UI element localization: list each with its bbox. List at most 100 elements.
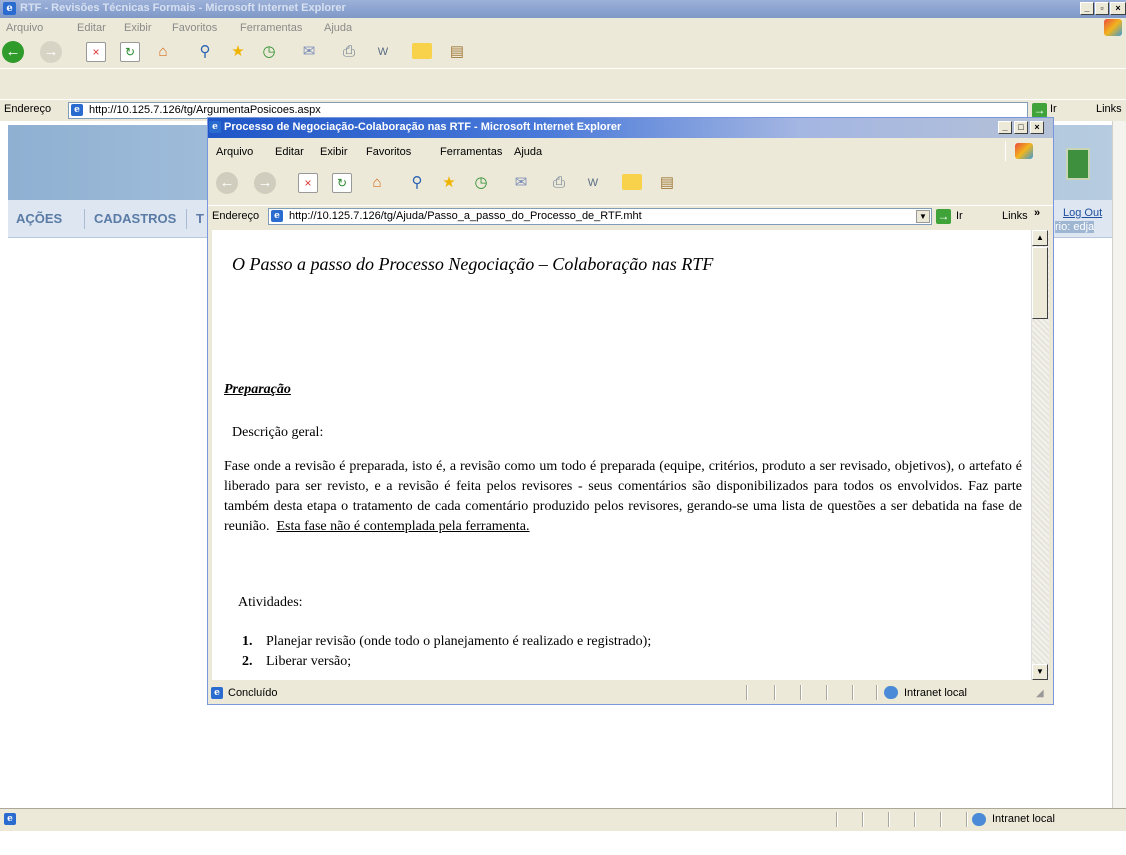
- list-item-text: Planejar revisão (onde todo o planejamen…: [266, 634, 652, 649]
- search-icon[interactable]: ⚲: [194, 41, 216, 63]
- messenger-icon[interactable]: [622, 174, 642, 190]
- list-item-number: 2.: [242, 654, 253, 669]
- close-button[interactable]: ×: [1110, 2, 1126, 15]
- background-toolbar: ← → × ↻ ⌂ ⚲ ★ ◷ ✉ ⎙ W ▤: [0, 38, 1126, 68]
- popup-zone-label: Intranet local: [904, 687, 967, 699]
- section-heading: Preparação: [224, 382, 291, 397]
- list-item-text: Liberar versão;: [266, 654, 352, 669]
- back-icon[interactable]: ←: [2, 41, 24, 63]
- go-button[interactable]: Ir: [1050, 103, 1057, 115]
- background-zone-label: Intranet local: [992, 813, 1055, 825]
- popup-go-button[interactable]: Ir: [956, 210, 963, 222]
- resize-grip-icon[interactable]: ◢: [1036, 688, 1044, 699]
- popup-minimize-button[interactable]: _: [998, 121, 1012, 134]
- edit-word-icon[interactable]: W: [582, 172, 604, 194]
- nav-cadastros[interactable]: CADASTROS: [94, 211, 176, 226]
- popup-menu-favoritos[interactable]: Favoritos: [366, 146, 411, 158]
- popup-document: O Passo a passo do Processo Negociação –…: [212, 230, 1031, 680]
- history-icon[interactable]: ◷: [470, 172, 492, 194]
- refresh-icon[interactable]: ↻: [120, 42, 140, 62]
- background-toolbar-spacer: [0, 68, 1126, 100]
- menu-arquivo[interactable]: Arquivo: [6, 22, 43, 34]
- forward-icon[interactable]: →: [40, 41, 62, 63]
- popup-statusbar: e Concluído Intranet local ◢: [208, 682, 1053, 704]
- links-chevron-icon[interactable]: »: [1034, 207, 1040, 219]
- stop-icon[interactable]: ×: [298, 173, 318, 193]
- search-icon[interactable]: ⚲: [406, 172, 428, 194]
- background-scrollbar[interactable]: [1112, 121, 1126, 808]
- popup-titlebar[interactable]: e Processo de Negociação-Colaboração nas…: [208, 118, 1053, 138]
- status-separator: [876, 685, 877, 700]
- research-icon[interactable]: ▤: [656, 172, 678, 194]
- mail-icon[interactable]: ✉: [298, 41, 320, 63]
- list-item-number: 1.: [242, 634, 253, 649]
- refresh-icon[interactable]: ↻: [332, 173, 352, 193]
- menu-ferramentas[interactable]: Ferramentas: [240, 22, 302, 34]
- history-icon[interactable]: ◷: [258, 41, 280, 63]
- home-icon[interactable]: ⌂: [366, 172, 388, 194]
- mail-icon[interactable]: ✉: [510, 172, 532, 194]
- nav-t[interactable]: T: [196, 211, 204, 226]
- menu-favoritos[interactable]: Favoritos: [172, 22, 217, 34]
- print-icon[interactable]: ⎙: [338, 41, 360, 63]
- menu-editar[interactable]: Editar: [77, 22, 106, 34]
- popup-address-label: Endereço: [212, 210, 260, 222]
- popup-menu-ferramentas[interactable]: Ferramentas: [440, 146, 502, 158]
- messenger-icon[interactable]: [412, 43, 432, 59]
- background-menubar: Arquivo Editar Exibir Favoritos Ferramen…: [0, 18, 1126, 38]
- background-window-titlebar[interactable]: e RTF - Revisões Técnicas Formais - Micr…: [0, 0, 1126, 18]
- home-icon[interactable]: ⌂: [152, 41, 174, 63]
- popup-menu-arquivo[interactable]: Arquivo: [216, 146, 253, 158]
- menu-ajuda[interactable]: Ajuda: [324, 22, 352, 34]
- address-dropdown-icon[interactable]: ▼: [916, 210, 930, 223]
- forward-icon[interactable]: →: [254, 172, 276, 194]
- favorites-icon[interactable]: ★: [438, 172, 460, 194]
- scroll-thumb[interactable]: [1032, 247, 1048, 319]
- status-separator: [836, 812, 837, 827]
- nav-divider: [84, 209, 85, 229]
- page-icon: e: [271, 210, 283, 222]
- logout-link[interactable]: Log Out: [1063, 207, 1102, 219]
- page-status-icon: e: [211, 687, 223, 699]
- popup-maximize-button[interactable]: □: [1014, 121, 1028, 134]
- status-separator: [800, 685, 801, 700]
- edit-word-icon[interactable]: W: [372, 41, 394, 63]
- favorites-icon[interactable]: ★: [227, 41, 249, 63]
- door-icon[interactable]: [1066, 148, 1090, 180]
- print-icon[interactable]: ⎙: [548, 172, 570, 194]
- ie-app-icon: e: [209, 121, 221, 133]
- popup-toolbar: ← → × ↻ ⌂ ⚲ ★ ◷ ✉ ⎙ W ▤: [208, 164, 1053, 204]
- intranet-globe-icon: [972, 813, 986, 826]
- nav-divider: [186, 209, 187, 229]
- popup-close-button[interactable]: ×: [1030, 121, 1044, 134]
- user-label: rio: edja: [1055, 221, 1095, 233]
- go-arrow-icon[interactable]: →: [1032, 103, 1047, 118]
- general-description-label: Descrição geral:: [232, 425, 324, 440]
- research-icon[interactable]: ▤: [446, 41, 468, 63]
- description-paragraph: Fase onde a revisão é preparada, isto é,…: [224, 457, 1022, 537]
- page-status-icon: e: [4, 813, 16, 825]
- back-icon[interactable]: ←: [216, 172, 238, 194]
- nav-acoes[interactable]: AÇÕES: [16, 211, 62, 226]
- scroll-up-icon[interactable]: ▲: [1032, 230, 1048, 246]
- scroll-down-icon[interactable]: ▼: [1032, 664, 1048, 680]
- page-icon: e: [71, 104, 83, 116]
- maximize-button[interactable]: ▫: [1095, 2, 1109, 15]
- status-separator: [746, 685, 747, 700]
- status-separator: [940, 812, 941, 827]
- popup-title: Processo de Negociação-Colaboração nas R…: [224, 121, 622, 133]
- popup-menu-ajuda[interactable]: Ajuda: [514, 146, 542, 158]
- popup-menu-exibir[interactable]: Exibir: [320, 146, 348, 158]
- activities-label: Atividades:: [238, 595, 303, 610]
- go-arrow-icon[interactable]: →: [936, 209, 951, 224]
- popup-links-button[interactable]: Links: [1002, 210, 1028, 222]
- popup-address-input[interactable]: e http://10.125.7.126/tg/Ajuda/Passo_a_p…: [268, 208, 932, 225]
- menu-exibir[interactable]: Exibir: [124, 22, 152, 34]
- popup-menu-editar[interactable]: Editar: [275, 146, 304, 158]
- minimize-button[interactable]: _: [1080, 2, 1094, 15]
- popup-scrollbar[interactable]: ▲ ▼: [1031, 230, 1049, 680]
- links-button[interactable]: Links: [1096, 103, 1122, 115]
- stop-icon[interactable]: ×: [86, 42, 106, 62]
- popup-status-text: Concluído: [228, 687, 278, 699]
- intranet-globe-icon: [884, 686, 898, 699]
